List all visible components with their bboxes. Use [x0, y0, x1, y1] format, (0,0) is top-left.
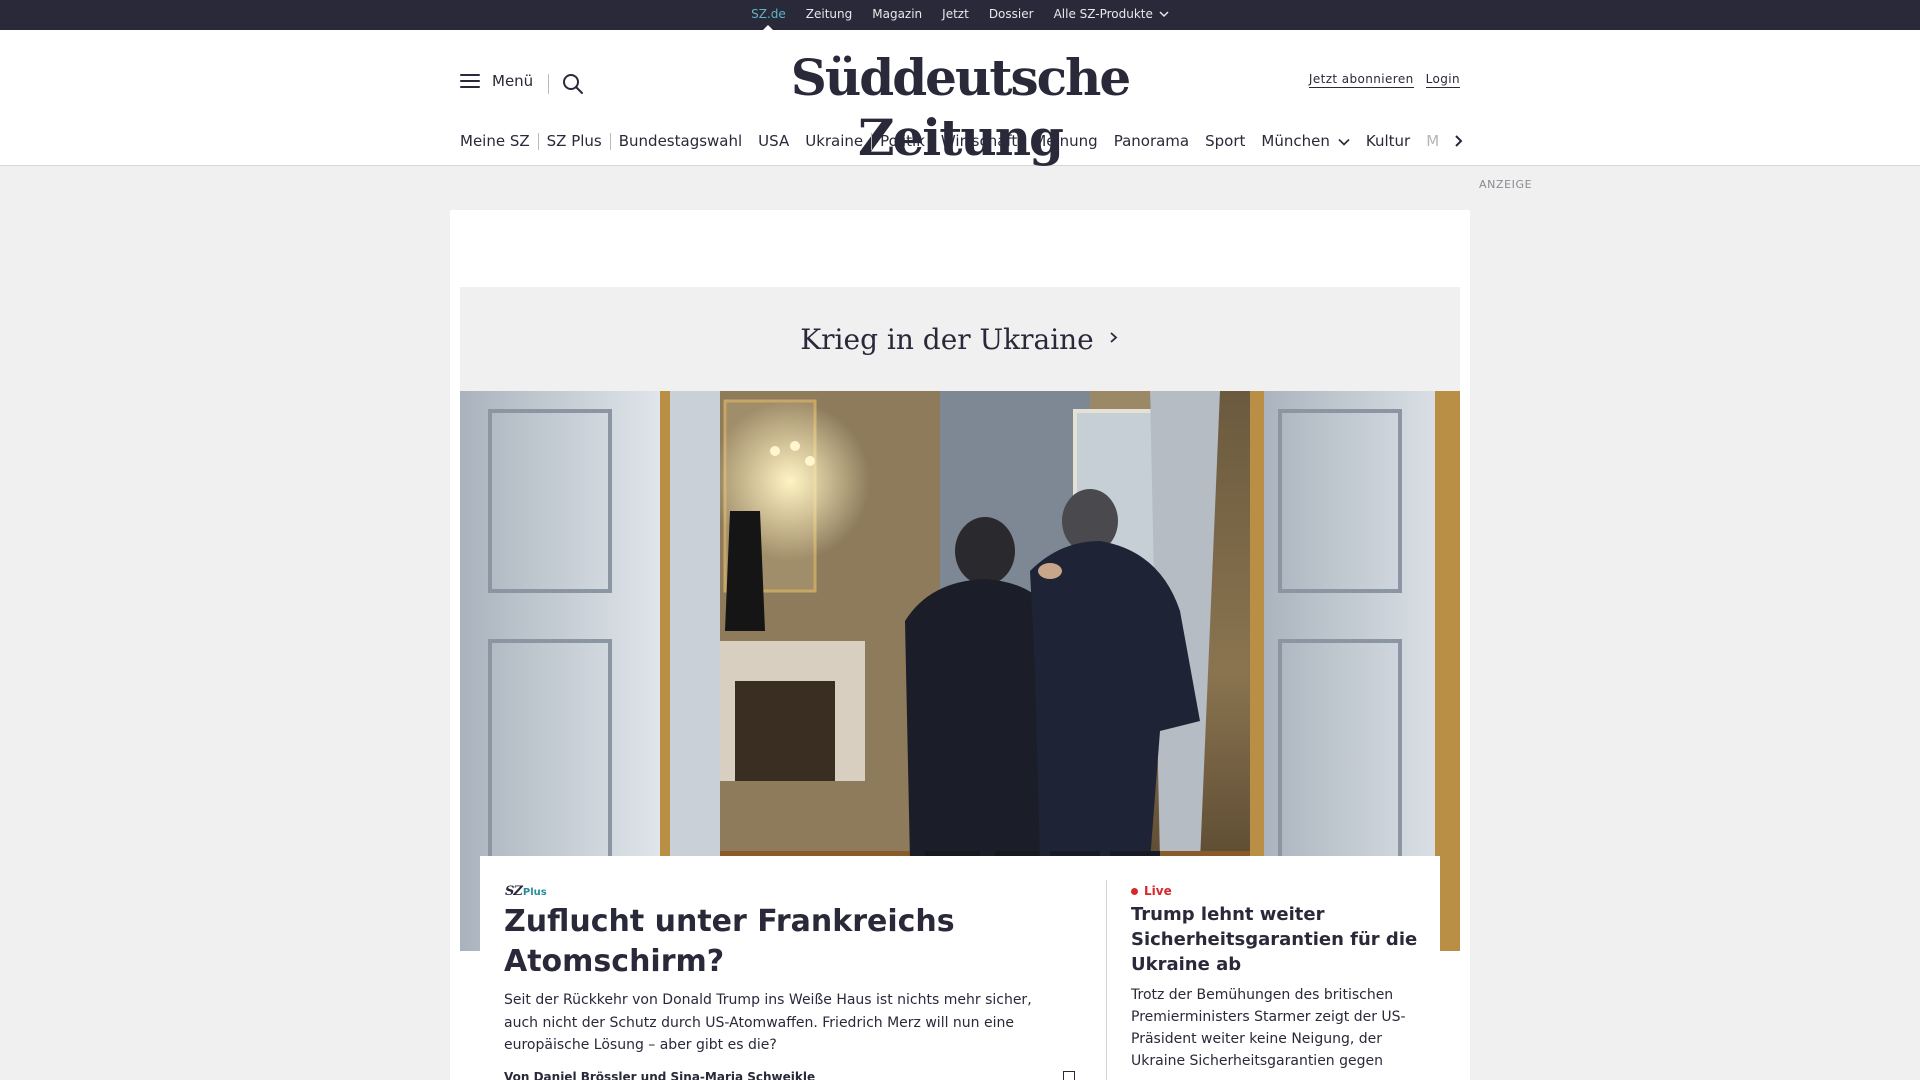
- chevron-down-icon: [1159, 0, 1169, 28]
- nav-item-meinung[interactable]: Meinung: [1025, 132, 1105, 150]
- subscribe-link[interactable]: Jetzt abonnieren: [1308, 72, 1414, 88]
- search-icon[interactable]: [561, 72, 585, 96]
- lead-authors: Von Daniel Brössler und Sina-Maria Schwe…: [504, 1070, 816, 1080]
- topbar-link-magazin[interactable]: Magazin: [862, 0, 932, 30]
- nav-item-meine-sz[interactable]: Meine SZ: [460, 132, 538, 150]
- side-teaser-text: Trotz der Bemühungen des britischen Prem…: [1131, 987, 1406, 1069]
- sz-products-bar: SZ.de Zeitung Magazin Jetzt Dossier Alle…: [0, 0, 1920, 30]
- header-divider: [548, 74, 549, 94]
- sz-plus-badge-sz: SZ: [505, 884, 523, 899]
- main-navigation: Meine SZ SZ Plus Bundestagswahl USA Ukra…: [460, 128, 1460, 154]
- nav-item-panorama[interactable]: Panorama: [1106, 132, 1197, 150]
- site-header: Menü Süddeutsche Zeitung Jetzt abonniere…: [0, 30, 1920, 167]
- nav-item-sz-plus[interactable]: SZ Plus: [539, 132, 610, 150]
- nav-item-muenchen[interactable]: München: [1253, 132, 1357, 150]
- sz-plus-badge: SZ Plus: [505, 884, 547, 899]
- topbar-link-sz-de[interactable]: SZ.de: [741, 0, 796, 30]
- nav-item-politik[interactable]: Politik: [872, 132, 933, 150]
- nav-item-muenchen-label: München: [1261, 132, 1330, 150]
- topbar-link-dossier[interactable]: Dossier: [979, 0, 1044, 30]
- lead-headline[interactable]: Zuflucht unter Frankreichs Atomschirm?: [504, 902, 1044, 982]
- section-header[interactable]: Krieg in der Ukraine: [460, 287, 1460, 391]
- bookmark-icon[interactable]: [1063, 1071, 1075, 1080]
- live-dot-icon: [1131, 887, 1138, 895]
- chevron-down-icon: [1338, 132, 1350, 150]
- chevron-right-icon: [1108, 329, 1120, 349]
- nav-scroll-right-icon[interactable]: [1450, 133, 1466, 149]
- login-link[interactable]: Login: [1425, 72, 1460, 88]
- nav-item-sport[interactable]: Sport: [1197, 132, 1253, 150]
- nav-item-bundestagswahl[interactable]: Bundestagswahl: [611, 132, 750, 150]
- nav-item-ukraine[interactable]: Ukraine: [797, 132, 871, 150]
- menu-button[interactable]: Menü: [460, 72, 533, 90]
- menu-label: Menü: [492, 72, 534, 90]
- side-headline[interactable]: Trump lehnt weiter Sicherheitsgarantien …: [1131, 902, 1431, 977]
- hamburger-icon: [460, 74, 480, 88]
- nav-item-usa[interactable]: USA: [750, 132, 797, 150]
- account-links: Jetzt abonnieren Login: [1308, 72, 1460, 88]
- live-badge: Live: [1131, 884, 1172, 898]
- nav-item-truncated[interactable]: M: [1418, 132, 1439, 150]
- nav-item-wirtschaft[interactable]: Wirtschaft: [933, 132, 1025, 150]
- topbar-all-products-dropdown[interactable]: Alle SZ-Produkte: [1044, 0, 1179, 30]
- topbar-link-jetzt[interactable]: Jetzt: [932, 0, 979, 30]
- topbar-link-zeitung[interactable]: Zeitung: [796, 0, 862, 30]
- live-label: Live: [1144, 884, 1172, 898]
- sz-plus-badge-plus: Plus: [522, 887, 547, 898]
- teaser-divider: [1106, 880, 1107, 1080]
- section-title[interactable]: Krieg in der Ukraine: [800, 323, 1094, 356]
- all-products-label: Alle SZ-Produkte: [1053, 7, 1153, 21]
- ad-label: ANZEIGE: [1479, 178, 1533, 191]
- nav-item-kultur[interactable]: Kultur: [1358, 132, 1418, 150]
- lead-teaser-text: Seit der Rückkehr von Donald Trump ins W…: [504, 992, 1032, 1053]
